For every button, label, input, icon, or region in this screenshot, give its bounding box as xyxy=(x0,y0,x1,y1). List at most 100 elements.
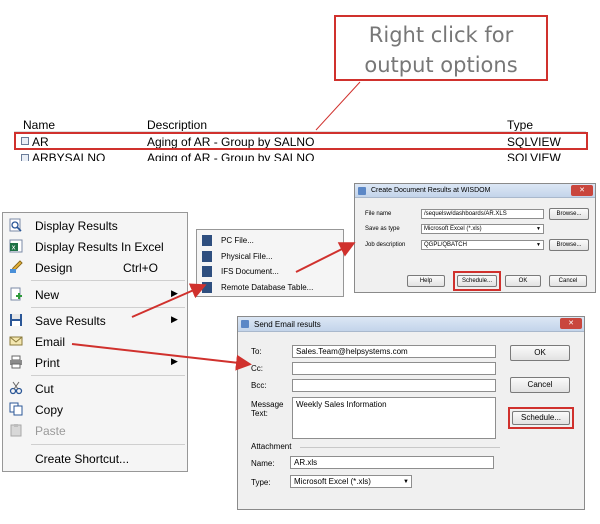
design-icon xyxy=(9,260,23,274)
browse-job-button[interactable]: Browse... xyxy=(549,239,589,251)
copy-icon xyxy=(9,402,23,416)
menu-item-cut[interactable]: Cut xyxy=(3,379,187,399)
floppy-disk-icon xyxy=(9,313,23,327)
menu-separator xyxy=(31,307,185,308)
column-header-type[interactable]: Type xyxy=(507,118,533,132)
create-document-dialog: Create Document Results at WISDOM ✕ File… xyxy=(354,183,596,293)
save-as-type-label: Save as type xyxy=(365,226,400,232)
new-icon xyxy=(9,287,23,301)
menu-item-display-results-excel[interactable]: x Display Results In Excel xyxy=(3,237,187,257)
menu-item-new[interactable]: New ▶ xyxy=(3,285,187,305)
submenu-arrow-icon: ▶ xyxy=(171,288,178,298)
chevron-down-icon: ▼ xyxy=(536,242,541,248)
menu-item-print[interactable]: Print ▶ xyxy=(3,353,187,373)
submenu-item-physical-file[interactable]: Physical File... xyxy=(197,249,343,265)
submenu-arrow-icon: ▶ xyxy=(171,356,178,366)
submenu-item-label: Remote Database Table... xyxy=(221,283,314,292)
cancel-button[interactable]: Cancel xyxy=(510,377,570,393)
menu-item-label: Save Results xyxy=(35,314,106,328)
pc-icon xyxy=(202,235,212,246)
attachment-group-divider xyxy=(300,447,500,448)
attachment-type-select[interactable]: Microsoft Excel (*.xls) ▼ xyxy=(290,475,412,488)
row-type: SQLVIEW xyxy=(507,151,561,161)
server-icon xyxy=(202,251,212,262)
message-textarea[interactable]: Weekly Sales Information xyxy=(292,397,496,439)
ok-button[interactable]: OK xyxy=(510,345,570,361)
save-as-type-value: Microsoft Excel (*.xls) xyxy=(424,226,482,232)
bcc-label: Bcc: xyxy=(251,381,267,390)
submenu-item-remote-table[interactable]: Remote Database Table... xyxy=(197,280,343,296)
menu-separator xyxy=(31,444,185,445)
menu-separator xyxy=(31,375,185,376)
menu-item-create-shortcut[interactable]: Create Shortcut... xyxy=(3,449,187,469)
menu-item-label: Display Results In Excel xyxy=(35,240,164,254)
send-email-dialog: Send Email results ✕ To: Sales.Team@help… xyxy=(237,316,585,510)
ok-button[interactable]: OK xyxy=(505,275,541,287)
dialog-title: Send Email results xyxy=(254,320,321,329)
menu-item-label: Cut xyxy=(35,382,54,396)
menu-item-paste[interactable]: Paste xyxy=(3,421,187,441)
cc-input[interactable] xyxy=(292,362,496,375)
menu-item-email[interactable]: Email xyxy=(3,332,187,352)
menu-item-label: Print xyxy=(35,356,60,370)
column-header-description[interactable]: Description xyxy=(147,118,207,132)
close-icon[interactable]: ✕ xyxy=(571,185,593,196)
save-results-submenu: PC File... Physical File... IFS Document… xyxy=(196,229,344,297)
dialog-title: Create Document Results at WISDOM xyxy=(371,187,491,194)
row-description: Aging of AR - Group by SALNO xyxy=(147,151,315,161)
menu-item-label: Email xyxy=(35,335,66,349)
attachment-type-value: Microsoft Excel (*.xls) xyxy=(294,477,371,486)
file-name-input[interactable]: /sequelsw/dashboards/AR.XLS xyxy=(421,209,544,219)
message-label-line-2: Text: xyxy=(251,409,268,418)
magnifier-icon xyxy=(9,218,23,232)
printer-icon xyxy=(9,355,23,369)
svg-text:x: x xyxy=(12,244,16,252)
attachment-group-label: Attachment xyxy=(251,442,292,451)
job-description-value: QGPL/QBATCH xyxy=(424,242,467,248)
app-icon xyxy=(358,187,366,195)
help-button[interactable]: Help xyxy=(407,275,445,287)
menu-separator xyxy=(31,280,185,281)
submenu-item-label: Physical File... xyxy=(221,252,273,261)
message-label: Message Text: xyxy=(251,400,283,418)
dialog-title-bar: Send Email results ✕ xyxy=(238,317,584,332)
menu-item-label: Design xyxy=(35,261,73,275)
excel-icon: x xyxy=(9,239,23,253)
menu-item-display-results[interactable]: Display Results xyxy=(3,216,187,236)
selected-row-highlight xyxy=(14,132,588,150)
submenu-item-ifs-document[interactable]: IFS Document... xyxy=(197,264,343,280)
schedule-highlight xyxy=(508,407,574,429)
cc-label: Cc: xyxy=(251,364,263,373)
to-input[interactable]: Sales.Team@helpsystems.com xyxy=(292,345,496,358)
save-as-type-select[interactable]: Microsoft Excel (*.xls) ▼ xyxy=(421,224,544,234)
file-name-label: File name xyxy=(365,211,392,217)
to-label: To: xyxy=(251,347,262,356)
attachment-name-input[interactable]: AR.xls xyxy=(290,456,494,469)
row-name: ARBYSALNO xyxy=(32,151,106,161)
menu-item-shortcut: Ctrl+O xyxy=(123,261,159,275)
callout-line-2: output options xyxy=(364,53,518,77)
browse-file-button[interactable]: Browse... xyxy=(549,208,589,220)
menu-item-label: Paste xyxy=(35,424,66,438)
dialog-title-bar: Create Document Results at WISDOM ✕ xyxy=(355,184,595,198)
submenu-item-pc-file[interactable]: PC File... xyxy=(197,233,343,249)
job-description-select[interactable]: QGPL/QBATCH ▼ xyxy=(421,240,544,250)
scissors-icon xyxy=(9,381,23,395)
cancel-button[interactable]: Cancel xyxy=(549,275,587,287)
submenu-item-label: PC File... xyxy=(221,236,254,245)
close-icon[interactable]: ✕ xyxy=(560,318,582,329)
attachment-type-label: Type: xyxy=(251,478,271,487)
column-header-name[interactable]: Name xyxy=(23,118,55,132)
chevron-down-icon: ▼ xyxy=(403,479,409,485)
paste-icon xyxy=(9,423,23,437)
menu-item-copy[interactable]: Copy xyxy=(3,400,187,420)
submenu-item-label: IFS Document... xyxy=(221,267,279,276)
envelope-icon xyxy=(9,334,23,348)
table-row[interactable]: ARBYSALNO Aging of AR - Group by SALNO S… xyxy=(14,151,586,161)
menu-item-save-results[interactable]: Save Results ▶ xyxy=(3,311,187,331)
menu-item-label: Copy xyxy=(35,403,64,417)
list-header: Name Description Type xyxy=(20,118,580,132)
menu-item-design[interactable]: Design Ctrl+O xyxy=(3,258,187,278)
bcc-input[interactable] xyxy=(292,379,496,392)
attachment-name-label: Name: xyxy=(251,459,275,468)
